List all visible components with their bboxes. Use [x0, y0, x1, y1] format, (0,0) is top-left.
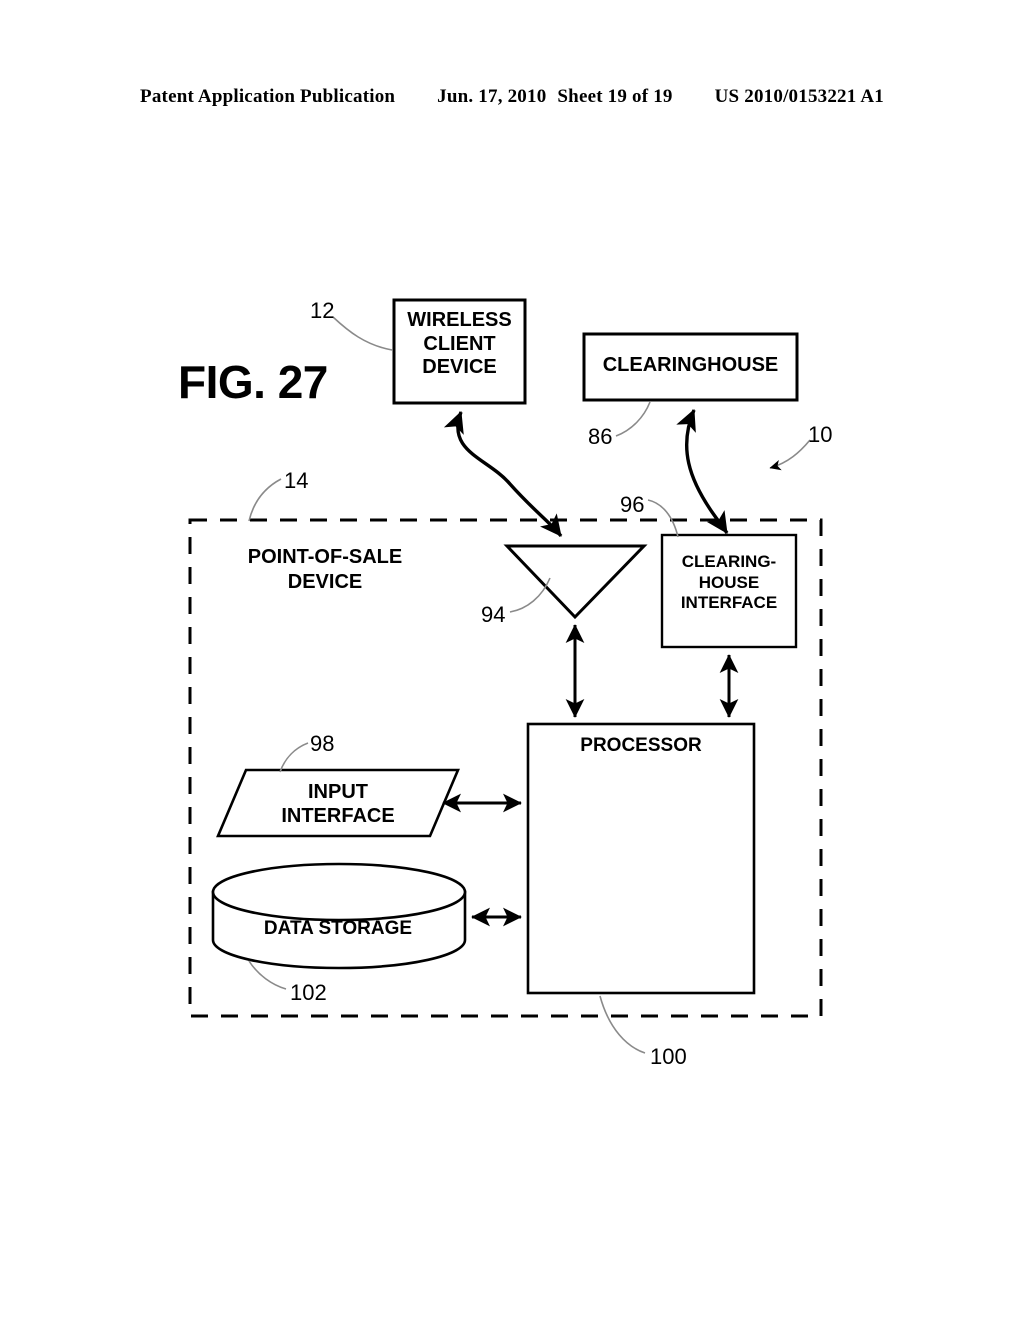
clearinghouse-box [582, 332, 799, 402]
transceiver-triangle [503, 544, 648, 620]
figure-drawing-canvas [188, 298, 823, 1054]
patent-figure: FIG. 27 WIRELESS CLIENT DEVICE CLEARINGH… [0, 0, 1024, 1320]
lead-line-98 [279, 742, 309, 773]
clearinghouse-interface-box [660, 533, 798, 649]
connector-wireless-to-transceiver [443, 411, 563, 538]
data-storage-cylinder [211, 862, 467, 970]
connector-clearinghouse-to-interface [676, 409, 729, 534]
lead-line-14 [248, 478, 282, 522]
lead-line-12 [332, 316, 393, 351]
lead-line-100 [599, 995, 646, 1054]
input-interface-parallelogram [216, 768, 460, 838]
lead-line-86 [615, 401, 651, 437]
lead-line-10 [769, 439, 811, 471]
processor-box [526, 722, 756, 995]
figure-caption: FIG. 27 [178, 356, 328, 408]
wireless-client-device-box [392, 298, 527, 405]
